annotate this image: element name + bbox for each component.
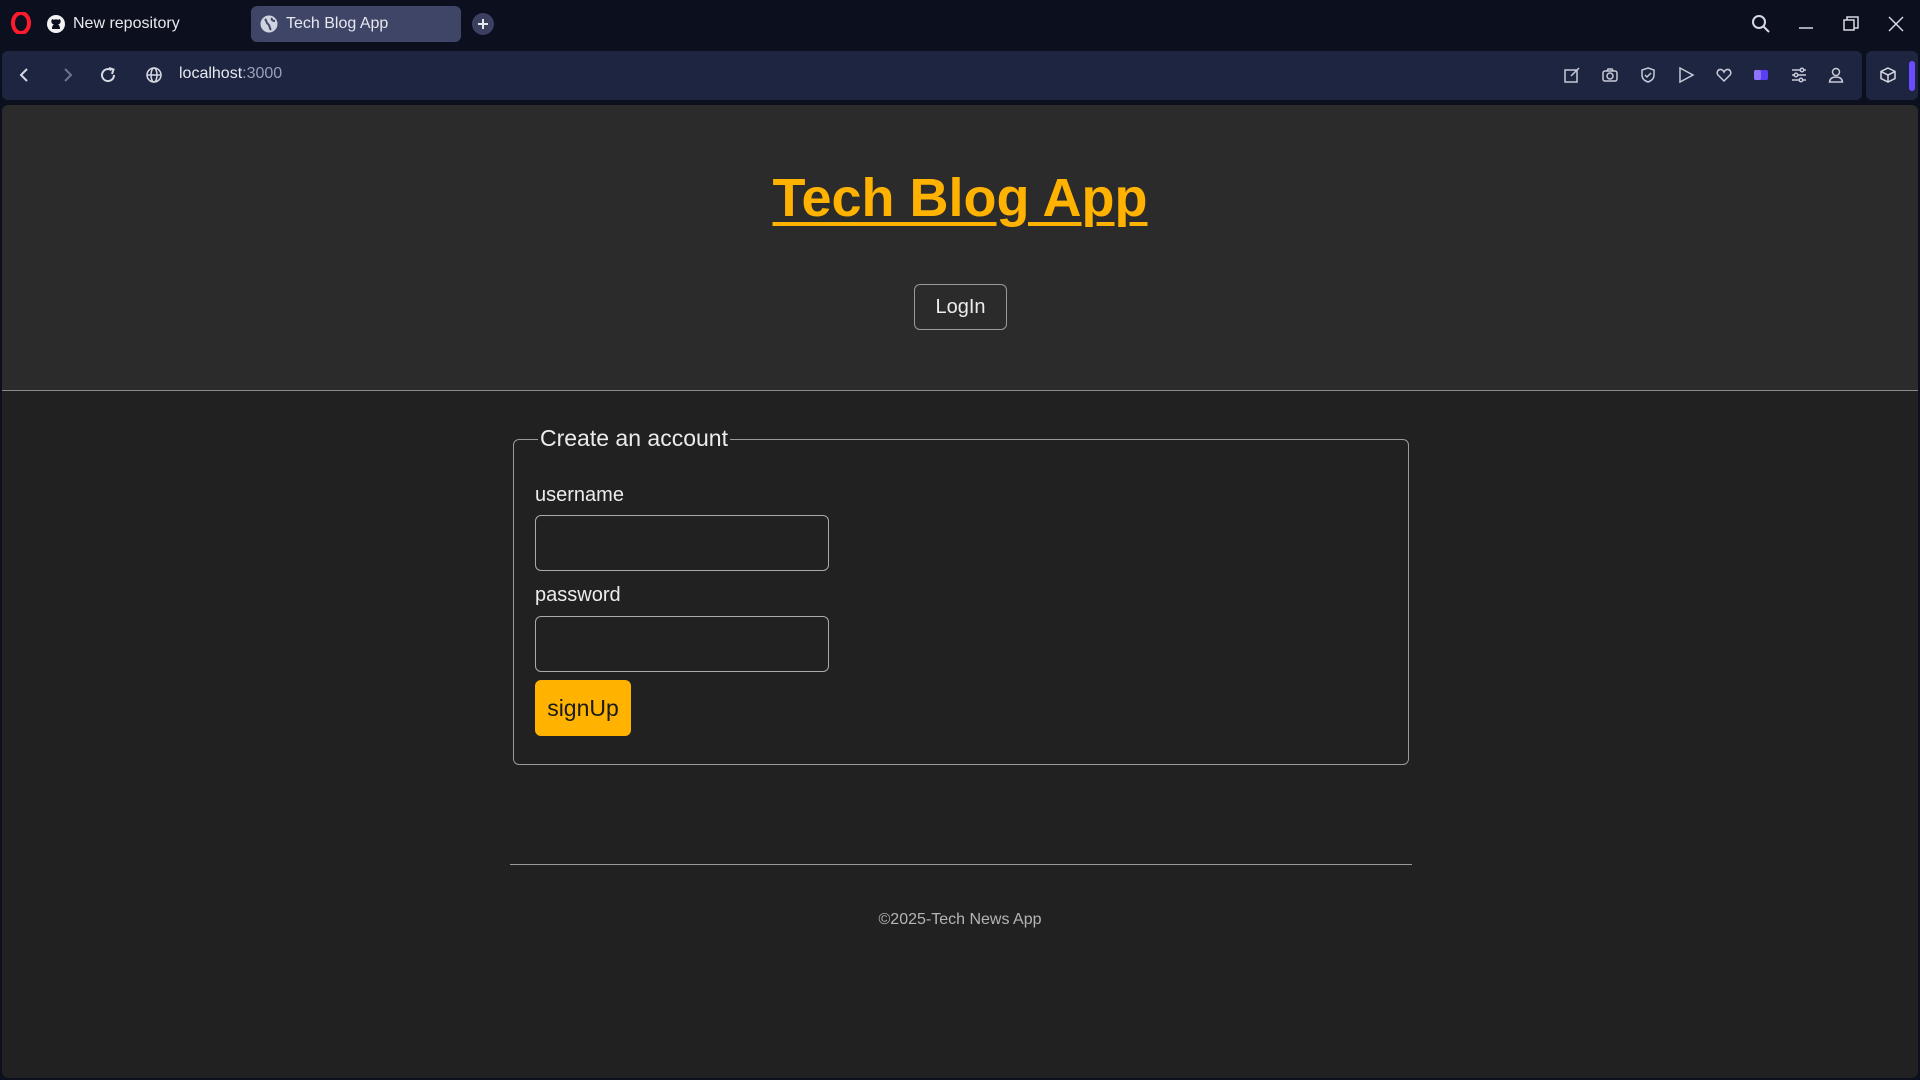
username-input[interactable] (535, 515, 829, 571)
address-bar: localhost:3000 (2, 51, 1862, 100)
site-header: Tech Blog App LogIn (2, 105, 1918, 391)
password-input[interactable] (535, 616, 829, 672)
tab-new-repository[interactable]: New repository (44, 6, 244, 42)
new-tab-button[interactable] (472, 13, 494, 35)
form-legend: Create an account (538, 425, 730, 452)
url-port: :3000 (242, 65, 283, 82)
camera-icon[interactable] (1598, 63, 1622, 87)
tab-tech-blog-app[interactable]: Tech Blog App (251, 6, 461, 42)
close-icon[interactable] (1884, 12, 1908, 36)
globe-icon (259, 14, 279, 34)
heart-icon[interactable] (1712, 63, 1736, 87)
shield-icon[interactable] (1636, 63, 1660, 87)
minimize-icon[interactable] (1794, 12, 1818, 36)
tab-title: New repository (73, 15, 180, 32)
site-title-link[interactable]: Tech Blog App (2, 167, 1918, 229)
tab-title: Tech Blog App (286, 15, 389, 32)
wallet-icon[interactable] (1749, 63, 1773, 87)
send-icon[interactable] (1674, 63, 1698, 87)
site-info-globe-icon[interactable] (142, 63, 166, 87)
page-viewport: Tech Blog App LogIn Create an account us… (2, 105, 1918, 1078)
sidebar-indicator (1909, 61, 1915, 91)
url-field[interactable]: localhost:3000 (179, 65, 282, 83)
footer-divider (510, 864, 1412, 865)
opera-logo-icon[interactable] (10, 11, 32, 35)
easy-setup-icon[interactable] (1787, 63, 1811, 87)
signup-form: Create an account username password sign… (513, 425, 1409, 765)
github-icon (46, 14, 66, 34)
reload-icon[interactable] (96, 63, 120, 87)
profile-icon[interactable] (1824, 63, 1848, 87)
back-icon[interactable] (12, 63, 36, 87)
search-tabs-icon[interactable] (1749, 12, 1773, 36)
extensions-icon[interactable] (1876, 63, 1900, 87)
edit-icon[interactable] (1560, 63, 1584, 87)
forward-icon[interactable] (56, 63, 80, 87)
password-label: password (535, 584, 621, 606)
browser-toolbar: localhost:3000 (0, 51, 1920, 100)
extensions-panel (1866, 51, 1918, 100)
restore-icon[interactable] (1839, 12, 1863, 36)
signup-button[interactable]: signUp (535, 680, 631, 736)
username-label: username (535, 484, 624, 506)
url-host: localhost (179, 65, 243, 82)
footer-copyright: ©2025-Tech News App (878, 911, 1042, 928)
plus-icon (478, 19, 488, 29)
login-button[interactable]: LogIn (914, 284, 1007, 330)
browser-titlebar: New repository Tech Blog App (0, 0, 1920, 51)
